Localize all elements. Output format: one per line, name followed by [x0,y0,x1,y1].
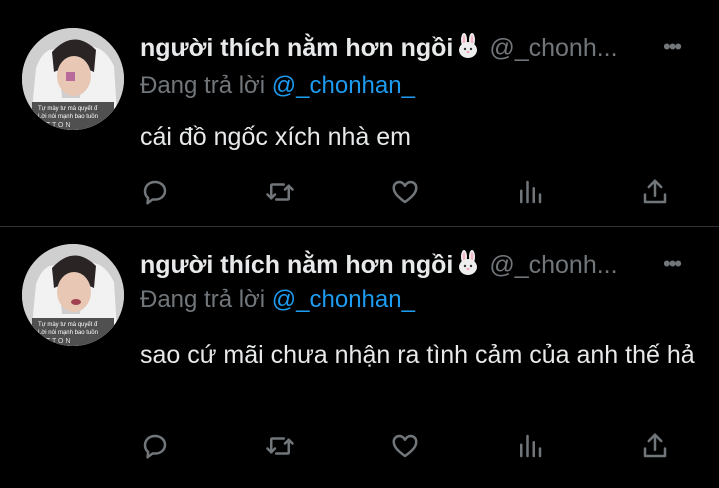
rabbit-emoji-icon [455,250,481,283]
replying-prefix: Đang trả lời [140,286,266,313]
views-icon[interactable] [515,431,547,463]
display-name[interactable]: người thích nằm hơn ngồi [140,251,453,279]
more-options-icon[interactable]: ••• [663,251,682,277]
share-icon[interactable] [640,431,672,463]
svg-text:Lời nói mạnh bao tuồn: Lời nói mạnh bao tuồn [38,330,98,336]
avatar-image: Tự mày tư mà quyết đ Lời nói mạnh bao tu… [22,244,124,346]
replying-to: Đang trả lời @_chonhan_ [140,286,415,314]
like-icon[interactable] [390,431,422,463]
action-bar [140,431,680,463]
mention-link[interactable]: @_chonhan_ [272,286,415,313]
reply-icon[interactable] [140,431,172,463]
svg-text:T T O N: T T O N [46,338,71,345]
avatar[interactable]: Tự mày tư mà quyết đ Lời nói mạnh bao tu… [22,244,124,346]
svg-text:Tự mày tư mà quyết đ: Tự mày tư mà quyết đ [38,322,98,328]
retweet-icon[interactable] [265,431,297,463]
tweet-header: người thích nằm hơn ngồi @_chonh... [140,250,618,283]
user-handle[interactable]: @_chonh... [489,251,617,279]
tweet[interactable]: Tự mày tư mà quyết đ Lời nói mạnh bao tu… [0,0,719,459]
tweet-text: sao cứ mãi chưa nhận ra tình cảm của anh… [140,341,695,369]
